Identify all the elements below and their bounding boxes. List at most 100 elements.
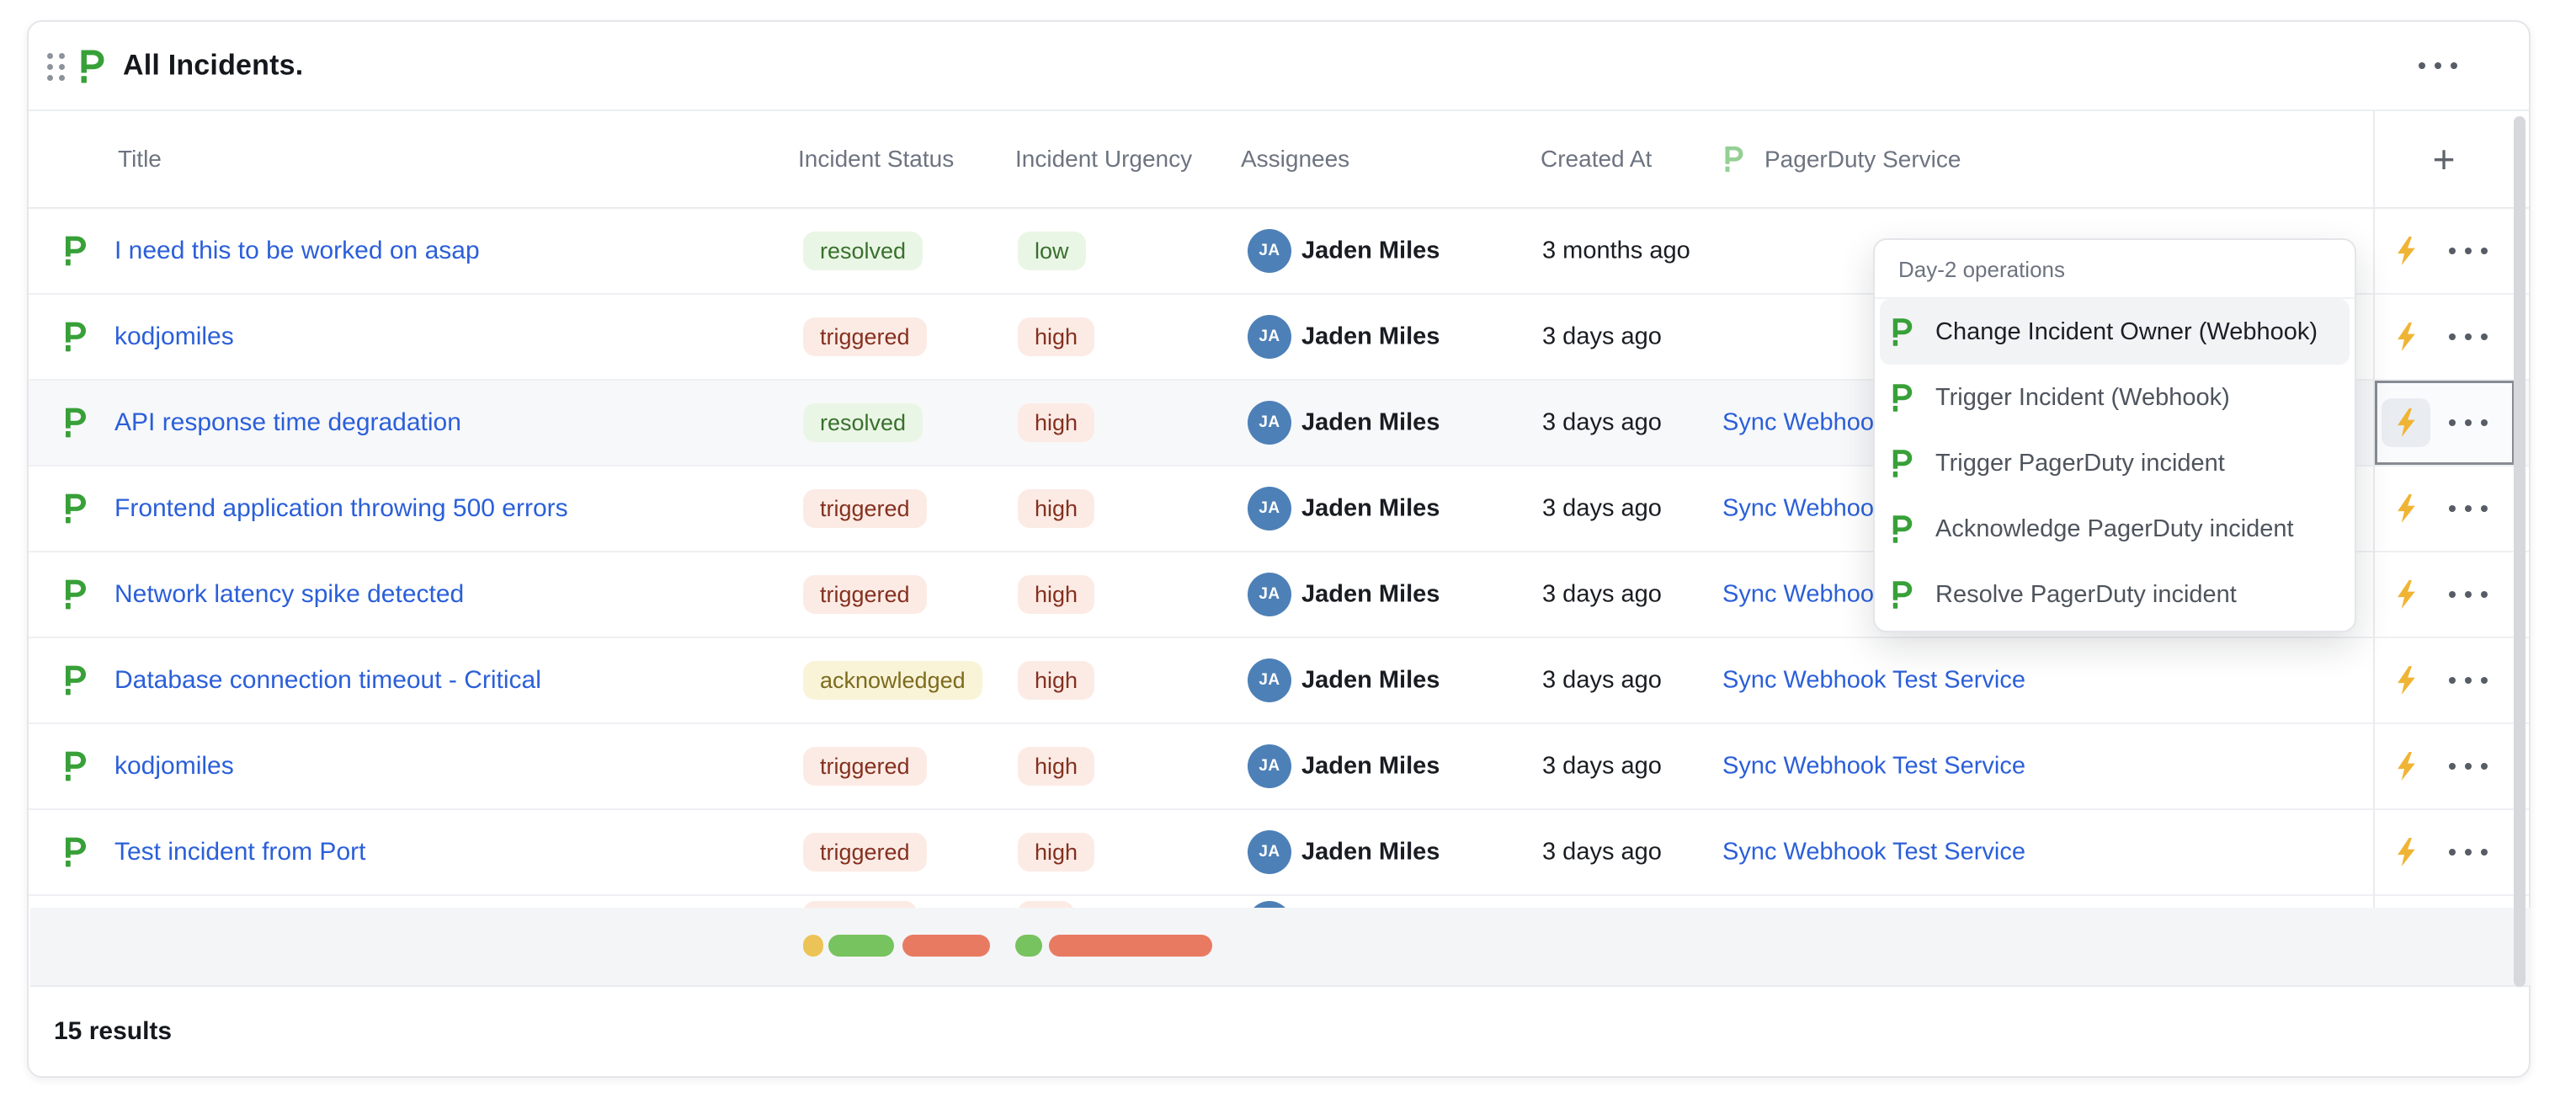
service-link[interactable]: Sync Webhook Test Service — [1722, 667, 2025, 695]
run-automation-button[interactable] — [2382, 828, 2430, 877]
run-automation-button[interactable] — [2382, 484, 2430, 533]
column-header-incident-status[interactable]: Incident Status — [798, 146, 954, 173]
lightning-icon — [2392, 235, 2420, 267]
urgency-distribution-pill — [1015, 935, 1042, 957]
pagerduty-icon — [1890, 515, 1915, 544]
table-row[interactable]: Database connection timeout - Critical a… — [29, 638, 2529, 724]
run-automation-button[interactable] — [2382, 656, 2430, 705]
assignee-name: Jaden Miles — [1301, 839, 1440, 866]
status-badge: triggered — [803, 833, 927, 872]
pagerduty-icon — [62, 751, 89, 782]
status-distribution-pill — [828, 935, 894, 957]
row-actions-cell — [2375, 467, 2515, 551]
plus-icon: + — [2433, 137, 2456, 181]
menu-section-title: Day-2 operations — [1875, 240, 2355, 299]
avatar: JA — [1248, 744, 1291, 788]
widget-title-bar: All Incidents. — [29, 22, 2529, 111]
urgency-badge: high — [1018, 403, 1094, 442]
lightning-icon — [2392, 578, 2420, 610]
menu-item-trigger-pagerduty-incident[interactable]: Trigger PagerDuty incident — [1875, 430, 2355, 496]
row-menu-button[interactable] — [2449, 763, 2488, 770]
run-automation-button[interactable] — [2382, 570, 2430, 619]
add-column-button[interactable]: + — [2373, 111, 2515, 207]
widget-menu-button[interactable] — [2419, 62, 2457, 69]
menu-item-acknowledge-pagerduty-incident[interactable]: Acknowledge PagerDuty incident — [1875, 496, 2355, 562]
menu-item-resolve-pagerduty-incident[interactable]: Resolve PagerDuty incident — [1875, 562, 2355, 627]
pagerduty-icon — [62, 322, 89, 353]
created-at: 3 days ago — [1542, 839, 1662, 866]
column-header-created-at[interactable]: Created At — [1541, 146, 1652, 173]
lightning-icon — [2392, 750, 2420, 782]
pagerduty-icon — [62, 236, 89, 267]
table-row[interactable]: kodjomiles triggered high JA Jaden Miles… — [29, 724, 2529, 810]
row-actions-cell — [2375, 209, 2515, 293]
table-header: Title Incident Status Incident Urgency A… — [29, 111, 2529, 209]
incident-title-link[interactable]: Database connection timeout - Critical — [114, 666, 541, 695]
column-header-title[interactable]: Title — [118, 146, 162, 173]
row-menu-button[interactable] — [2449, 248, 2488, 254]
run-automation-button[interactable] — [2382, 312, 2430, 361]
row-actions-cell — [2375, 638, 2515, 722]
vertical-scrollbar[interactable] — [2514, 116, 2525, 987]
incident-title-link[interactable]: API response time degradation — [114, 408, 461, 437]
avatar: JA — [1248, 487, 1291, 531]
status-badge: resolved — [803, 232, 923, 270]
drag-handle-icon[interactable] — [47, 53, 65, 81]
pagerduty-icon — [1890, 317, 1915, 347]
row-menu-button[interactable] — [2449, 333, 2488, 340]
row-menu-button[interactable] — [2449, 677, 2488, 684]
urgency-badge: high — [1018, 317, 1094, 356]
incident-title-link[interactable]: kodjomiles — [114, 323, 234, 351]
lightning-icon — [2392, 407, 2420, 439]
created-at: 3 days ago — [1542, 495, 1662, 523]
row-menu-button[interactable] — [2449, 849, 2488, 856]
lightning-icon — [2392, 836, 2420, 868]
assignee-name: Jaden Miles — [1301, 667, 1440, 695]
status-badge: triggered — [803, 575, 927, 614]
row-actions-cell — [2375, 552, 2515, 637]
pagerduty-icon — [1890, 449, 1915, 478]
lightning-icon — [2392, 493, 2420, 525]
menu-item-trigger-incident[interactable]: Trigger Incident (Webhook) — [1875, 365, 2355, 430]
menu-item-change-incident-owner[interactable]: Change Incident Owner (Webhook) — [1880, 299, 2350, 365]
assignee-name: Jaden Miles — [1301, 581, 1440, 609]
service-link[interactable]: Sync Webhook Test Service — [1722, 753, 2025, 781]
table-row[interactable]: Test incident from Port triggered high J… — [29, 810, 2529, 896]
created-at: 3 days ago — [1542, 409, 1662, 437]
status-distribution-pill — [902, 935, 990, 957]
created-at: 3 days ago — [1542, 753, 1662, 781]
created-at: 3 months ago — [1542, 237, 1690, 265]
run-automation-button[interactable] — [2382, 227, 2430, 275]
urgency-badge: high — [1018, 661, 1094, 700]
pagerduty-icon — [1890, 383, 1915, 413]
row-menu-button[interactable] — [2449, 591, 2488, 598]
page: All Incidents. Title Incident Status Inc… — [0, 0, 2576, 1093]
row-menu-button[interactable] — [2449, 505, 2488, 512]
status-badge: triggered — [803, 317, 927, 356]
avatar: JA — [1248, 229, 1291, 273]
service-link[interactable]: Sync Webhook Test Service — [1722, 839, 2025, 866]
lightning-icon — [2392, 664, 2420, 696]
assignee-name: Jaden Miles — [1301, 409, 1440, 437]
run-automation-button[interactable] — [2382, 398, 2430, 447]
incident-title-link[interactable]: Test incident from Port — [114, 838, 365, 866]
column-header-assignees[interactable]: Assignees — [1241, 146, 1349, 173]
incident-title-link[interactable]: I need this to be worked on asap — [114, 237, 480, 265]
status-badge: triggered — [803, 489, 927, 528]
incident-title-link[interactable]: Frontend application throwing 500 errors — [114, 494, 568, 523]
avatar: JA — [1248, 401, 1291, 445]
widget-title: All Incidents. — [123, 50, 303, 83]
row-menu-button[interactable] — [2449, 419, 2488, 426]
column-header-incident-urgency[interactable]: Incident Urgency — [1015, 146, 1192, 173]
urgency-distribution-pill — [1049, 935, 1212, 957]
row-actions-cell — [2375, 295, 2515, 379]
run-automation-button[interactable] — [2382, 742, 2430, 791]
actions-column-divider — [2373, 111, 2375, 909]
incident-title-link[interactable]: Network latency spike detected — [114, 580, 464, 609]
incident-title-link[interactable]: kodjomiles — [114, 752, 234, 781]
column-header-pagerduty-service[interactable]: PagerDuty Service — [1722, 146, 1961, 173]
lightning-icon — [2392, 321, 2420, 353]
urgency-badge: high — [1018, 489, 1094, 528]
assignee-name: Jaden Miles — [1301, 323, 1440, 351]
pagerduty-icon — [62, 493, 89, 525]
